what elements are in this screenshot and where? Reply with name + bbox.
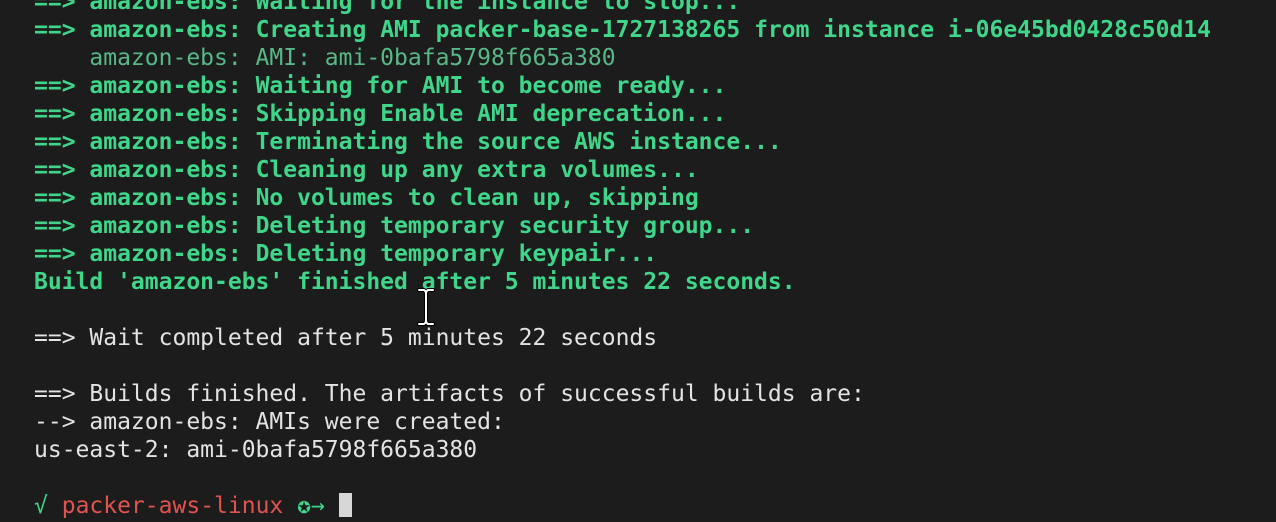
log-arrow: ==> <box>34 213 76 239</box>
log-line: ==> amazon-ebs: Terminating the source A… <box>34 128 1264 156</box>
log-line: ==> amazon-ebs: Deleting temporary secur… <box>34 212 1264 240</box>
log-text: amazon-ebs: Deleting temporary keypair..… <box>89 241 658 267</box>
log-text: amazon-ebs: Waiting for AMI to become re… <box>89 73 727 99</box>
prompt-symbol: ✪→ <box>297 493 325 519</box>
log-arrow: ==> <box>34 185 76 211</box>
log-arrow: ==> <box>34 0 76 15</box>
log-line: ==> amazon-ebs: Waiting for AMI to becom… <box>34 72 1264 100</box>
log-arrow: ==> <box>34 101 76 127</box>
log-indent <box>34 45 89 71</box>
log-line: amazon-ebs: AMI: ami-0bafa5798f665a380 <box>34 44 1264 72</box>
log-line: ==> amazon-ebs: Creating AMI packer-base… <box>34 16 1264 44</box>
log-arrow: ==> <box>34 129 76 155</box>
ami-result-line: us-east-2: ami-0bafa5798f665a380 <box>34 437 478 463</box>
log-text: amazon-ebs: Cleaning up any extra volume… <box>89 157 699 183</box>
prompt-directory: packer-aws-linux <box>61 493 284 519</box>
log-line: ==> amazon-ebs: Cleaning up any extra vo… <box>34 156 1264 184</box>
log-text: amazon-ebs: AMI: ami-0bafa5798f665a380 <box>89 45 616 71</box>
log-text: amazon-ebs: Creating AMI packer-base-172… <box>89 17 1212 43</box>
artifacts-line: --> amazon-ebs: AMIs were created: <box>34 409 505 435</box>
log-text: amazon-ebs: Skipping Enable AMI deprecat… <box>89 101 727 127</box>
log-arrow: ==> <box>34 17 76 43</box>
prompt-check: √ <box>34 493 48 519</box>
log-text: amazon-ebs: No volumes to clean up, skip… <box>89 185 699 211</box>
log-text: amazon-ebs: Waiting for the instance to … <box>89 0 741 15</box>
build-finished-line: Build 'amazon-ebs' finished after 5 minu… <box>34 269 796 295</box>
log-arrow: ==> <box>34 157 76 183</box>
log-arrow: ==> <box>34 73 76 99</box>
log-text: amazon-ebs: Terminating the source AWS i… <box>89 129 782 155</box>
log-line: ==> amazon-ebs: No volumes to clean up, … <box>34 184 1264 212</box>
log-line: ==> amazon-ebs: Deleting temporary keypa… <box>34 240 1264 268</box>
terminal-output[interactable]: ==> amazon-ebs: Waiting for the instance… <box>34 0 1264 520</box>
builds-finished-line: ==> Builds finished. The artifacts of su… <box>34 381 865 407</box>
terminal-cursor[interactable] <box>338 493 352 517</box>
wait-completed-line: ==> Wait completed after 5 minutes 22 se… <box>34 325 658 351</box>
log-text: amazon-ebs: Deleting temporary security … <box>89 213 755 239</box>
shell-prompt[interactable]: √ packer-aws-linux ✪→ <box>34 492 1264 520</box>
log-arrow: ==> <box>34 241 76 267</box>
text-ibeam-cursor-icon <box>417 288 435 326</box>
log-line: ==> amazon-ebs: Skipping Enable AMI depr… <box>34 100 1264 128</box>
log-line: ==> amazon-ebs: Waiting for the instance… <box>34 0 1264 16</box>
